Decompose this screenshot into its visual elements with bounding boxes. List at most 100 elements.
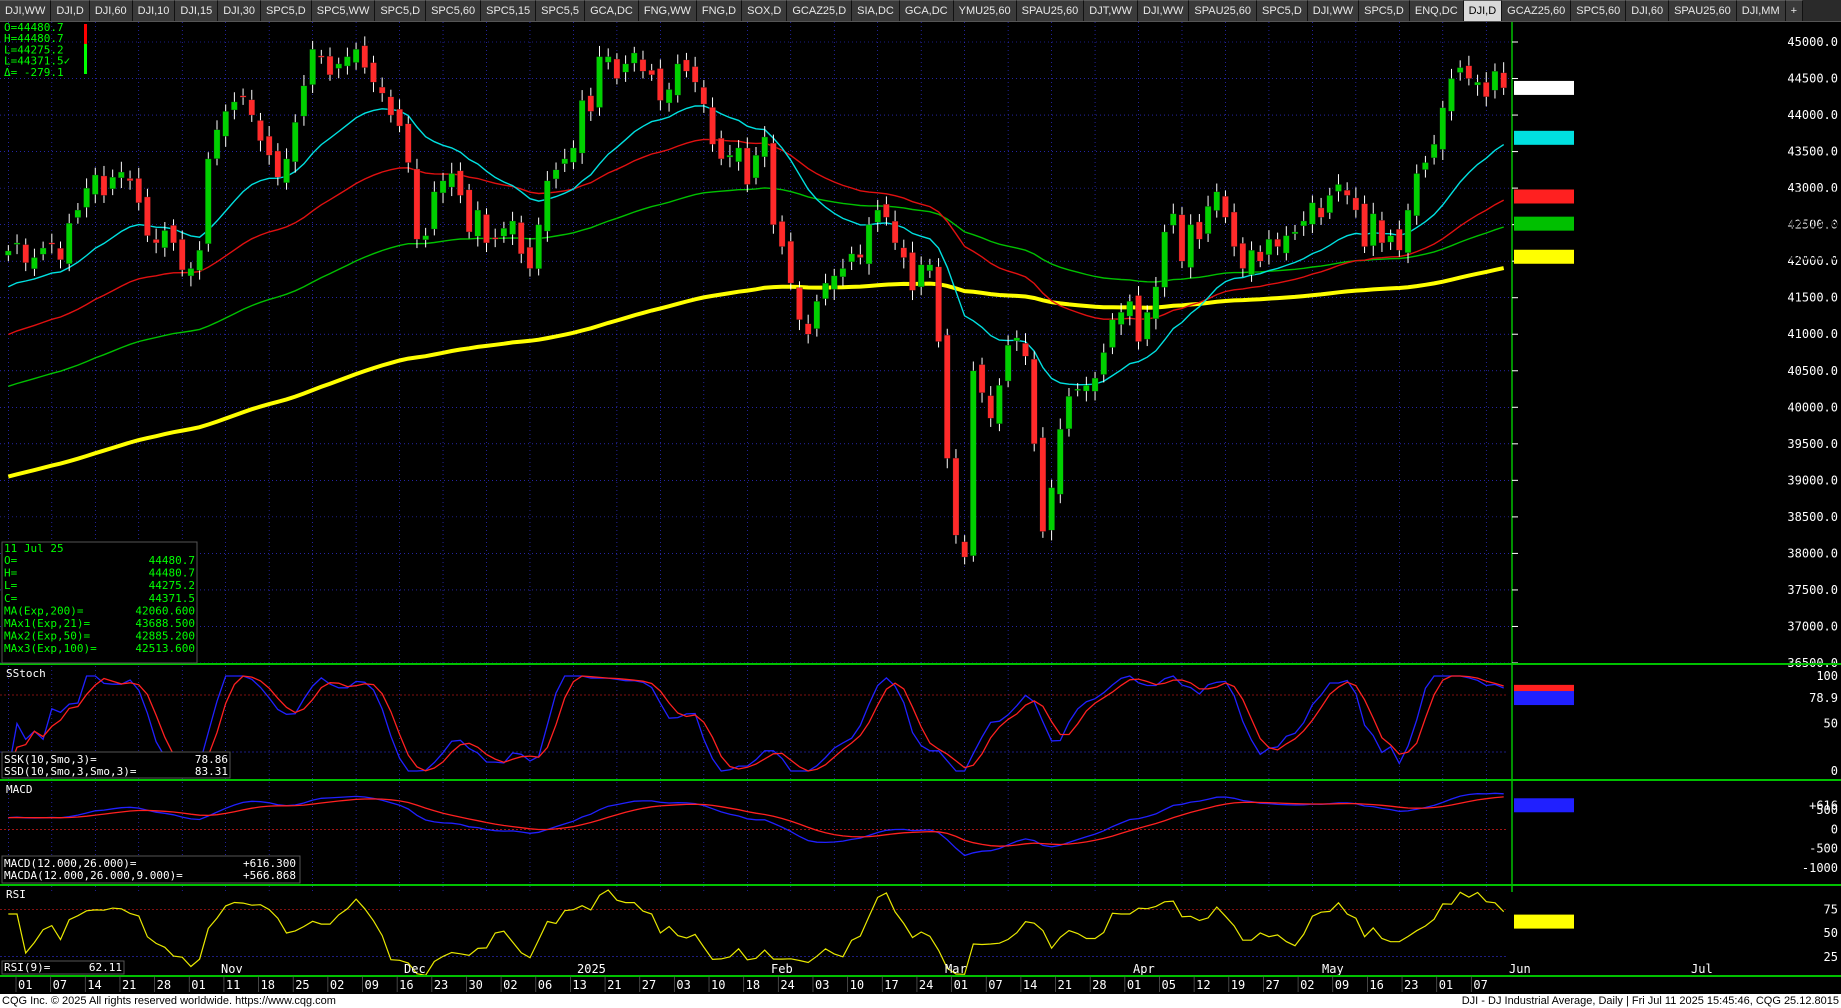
candle-body	[1483, 82, 1490, 97]
candle-body	[1117, 312, 1125, 325]
tab-fng-d[interactable]: FNG,D	[696, 0, 743, 21]
candle-body	[1343, 190, 1351, 196]
candle-body	[31, 257, 38, 269]
candle-body	[605, 56, 612, 63]
candle-body	[1465, 65, 1473, 79]
tab-gcaz25-d[interactable]: GCAZ25,D	[787, 0, 853, 21]
tab-dji-60[interactable]: DJI,60	[1626, 0, 1670, 21]
tab-dji-15[interactable]: DJI,15	[175, 0, 219, 21]
candle-body	[1283, 235, 1290, 254]
tab-djt-ww[interactable]: DJT,WW	[1084, 0, 1139, 21]
candle-body	[970, 370, 977, 556]
candle-body	[726, 155, 734, 158]
candle-body	[1074, 388, 1081, 391]
month-label: Feb	[771, 962, 793, 976]
candle-body	[831, 275, 838, 290]
candle-body	[1413, 173, 1420, 216]
tab-gcaz25-60[interactable]: GCAZ25,60	[1502, 0, 1572, 21]
candle-body	[39, 247, 47, 255]
candle-body	[535, 224, 542, 269]
candle-body	[961, 541, 968, 558]
candle-body	[874, 209, 881, 223]
candle-body	[1091, 377, 1099, 392]
candle-body	[1196, 221, 1203, 240]
candle-body	[1170, 213, 1177, 226]
price-tag-box	[1514, 249, 1574, 264]
candle-body	[561, 158, 568, 164]
candle-body	[326, 56, 334, 76]
cursor-row-value: 44275.2	[149, 579, 195, 592]
tab-spc5-d[interactable]: SPC5,D	[375, 0, 427, 21]
candle-body	[978, 364, 986, 393]
tab-spc5-d[interactable]: SPC5,D	[261, 0, 312, 21]
tab-spc5-5[interactable]: SPC5,5	[536, 0, 586, 21]
add-tab-button[interactable]: +	[1785, 0, 1804, 21]
tab-spc5-60[interactable]: SPC5,60	[426, 0, 482, 21]
candle-body	[996, 385, 1003, 424]
date-axis-label: 02	[1300, 978, 1314, 992]
candle-body	[344, 56, 351, 67]
cursor-row-value: 42885.200	[135, 630, 195, 643]
candle-body	[526, 247, 534, 269]
tab-spau25-60[interactable]: SPAU25,60	[1669, 0, 1737, 21]
date-axis-label: 01	[191, 978, 205, 992]
tab-gca-dc[interactable]: GCA,DC	[585, 0, 639, 21]
tab-fng-ww[interactable]: FNG,WW	[638, 0, 697, 21]
tab-spau25-60[interactable]: SPAU25,60	[1016, 0, 1085, 21]
tab-spc5-60[interactable]: SPC5,60	[1571, 0, 1627, 21]
candle-body	[1152, 286, 1160, 319]
date-axis-label: 21	[122, 978, 136, 992]
tab-spc5-15[interactable]: SPC5,15	[481, 0, 537, 21]
date-axis-label: 27	[1265, 978, 1279, 992]
candle-body	[439, 180, 447, 194]
candle-body	[474, 209, 481, 237]
month-label: Dec	[404, 962, 426, 976]
candle-body	[909, 252, 916, 291]
candle-body	[48, 242, 56, 245]
candle-body	[509, 220, 516, 235]
candle-body	[1439, 107, 1446, 150]
tab-dji-ww[interactable]: DJI,WW	[1307, 0, 1360, 21]
candle-body	[387, 96, 395, 116]
tab-dji-d[interactable]: DJI,D	[1463, 0, 1503, 21]
candle-body	[318, 55, 325, 58]
candle-body	[804, 323, 812, 335]
tab-ymu25-60[interactable]: YMU25,60	[953, 0, 1017, 21]
price-chart[interactable]: 45000.044500.044000.043500.043000.042500…	[0, 22, 1841, 994]
price-axis-label: 43500.0	[1787, 145, 1838, 159]
tab-dji-10[interactable]: DJI,10	[132, 0, 176, 21]
macd-axis-label: -500	[1809, 842, 1838, 856]
tab-dji-30[interactable]: DJI,30	[218, 0, 262, 21]
stoch-d-label: SSD(10,Smo,3,Smo,3)=	[4, 765, 137, 778]
tab-spc5-d[interactable]: SPC5,D	[1257, 0, 1308, 21]
candle-body	[1309, 202, 1316, 225]
price-axis-label: 38500.0	[1787, 510, 1838, 524]
candle-body	[596, 56, 603, 108]
tab-dji-60[interactable]: DJI,60	[89, 0, 133, 21]
tab-enq-dc[interactable]: ENQ,DC	[1409, 0, 1464, 21]
tab-spc5-d[interactable]: SPC5,D	[1359, 0, 1410, 21]
date-axis-label: 01	[18, 978, 32, 992]
tab-gca-dc[interactable]: GCA,DC	[899, 0, 954, 21]
cursor-row-value: 42513.600	[135, 642, 195, 655]
candle-body	[813, 301, 821, 329]
candle-body	[1013, 337, 1021, 342]
date-axis-label: 01	[1127, 978, 1141, 992]
month-label: Apr	[1133, 962, 1155, 976]
date-axis-label: 30	[468, 978, 482, 992]
tab-sia-dc[interactable]: SIA,DC	[852, 0, 900, 21]
price-axis-label: 37000.0	[1787, 619, 1838, 633]
tab-dji-d[interactable]: DJI,D	[51, 0, 90, 21]
candle-body	[1352, 197, 1360, 211]
tab-dji-ww[interactable]: DJI,WW	[1138, 0, 1190, 21]
tab-spau25-60[interactable]: SPAU25,60	[1189, 0, 1258, 21]
candle-body	[448, 173, 455, 188]
candle-body	[431, 191, 438, 230]
macd-title: MACD	[6, 783, 33, 796]
candle-body	[1248, 250, 1255, 275]
tab-dji-mm[interactable]: DJI,MM	[1736, 0, 1786, 21]
tab-spc5-ww[interactable]: SPC5,WW	[311, 0, 376, 21]
tab-sox-d[interactable]: SOX,D	[742, 0, 788, 21]
tab-dji-ww[interactable]: DJI,WW	[0, 0, 52, 21]
price-tag-value: 42060.6	[1787, 250, 1838, 264]
